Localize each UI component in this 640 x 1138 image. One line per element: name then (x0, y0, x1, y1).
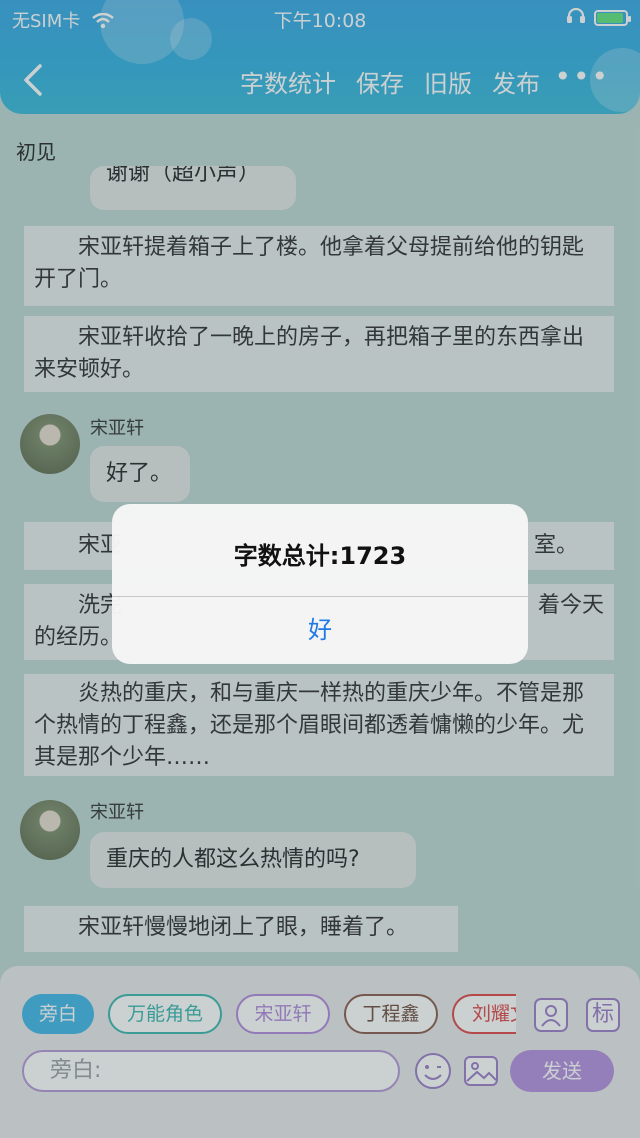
word-count-dialog: 字数总计:1723 好 (112, 504, 528, 664)
dialog-title: 字数总计:1723 (233, 542, 407, 570)
dialog-ok-button[interactable]: 好 (112, 597, 528, 664)
